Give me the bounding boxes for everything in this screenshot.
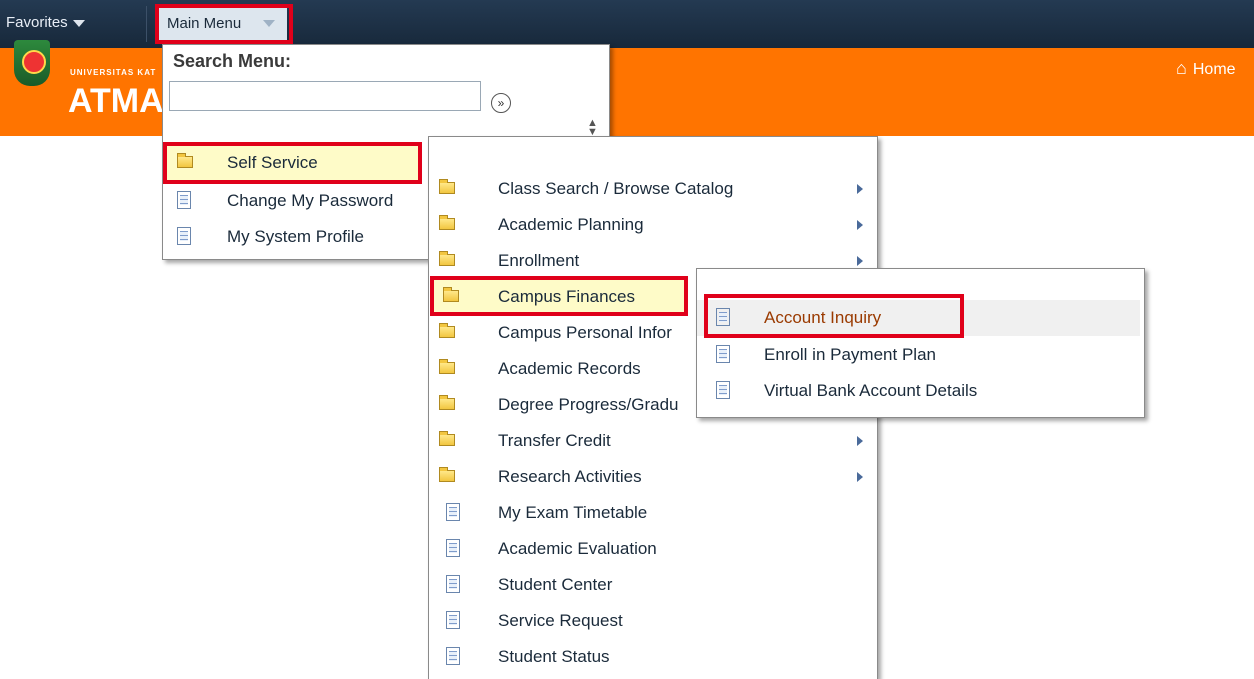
- menu-item-label: Self Service: [227, 153, 318, 172]
- menu-item-academic-evaluation[interactable]: Academic Evaluation: [429, 531, 877, 567]
- search-menu-input[interactable]: [169, 81, 481, 111]
- menu-item-label: Virtual Bank Account Details: [764, 381, 978, 400]
- document-icon: [446, 503, 460, 521]
- document-icon: [716, 381, 730, 399]
- logo-subtext: UNIVERSITAS KAT: [70, 68, 157, 77]
- university-logo-icon: [14, 40, 50, 86]
- document-icon: [177, 191, 191, 209]
- menu-item-label: Service Request: [498, 611, 623, 630]
- menu-item-label: Class Search / Browse Catalog: [498, 179, 734, 198]
- menu-item-label: Research Activities: [498, 467, 642, 486]
- menu-item-academic-planning[interactable]: Academic Planning: [429, 207, 877, 243]
- menu-item-label: Student Status: [498, 647, 610, 666]
- chevron-down-icon: [72, 19, 85, 27]
- menu-item-campus-finances[interactable]: Campus Finances: [433, 279, 685, 315]
- favorites-label: Favorites: [6, 14, 68, 31]
- chevron-right-icon: [857, 184, 863, 194]
- document-icon: [177, 227, 191, 245]
- menu-item-label: Transfer Credit: [498, 431, 611, 450]
- menu-item-class-search[interactable]: Class Search / Browse Catalog: [429, 171, 877, 207]
- double-chevron-right-icon[interactable]: »: [491, 93, 511, 113]
- chevron-down-icon: [263, 20, 275, 27]
- chevron-right-icon: [857, 436, 863, 446]
- folder-icon: [439, 323, 455, 338]
- menu-item-label: Academic Planning: [498, 215, 644, 234]
- folder-icon: [439, 179, 455, 194]
- scroll-arrows-icon[interactable]: ▲ ▼: [587, 118, 598, 138]
- menu-item-label: Academic Evaluation: [498, 539, 657, 558]
- menu-item-label: Enrollment: [498, 251, 580, 270]
- house-icon: ⌂: [1176, 58, 1187, 78]
- folder-icon: [439, 251, 455, 266]
- home-label: Home: [1192, 61, 1236, 78]
- menu-item-label: Change My Password: [227, 191, 394, 210]
- chevron-right-icon: [857, 220, 863, 230]
- menu-item-label: Student Center: [498, 575, 613, 594]
- menu-item-my-system-profile[interactable]: My System Profile: [167, 219, 421, 255]
- menu-item-change-my-password[interactable]: Change My Password: [167, 183, 421, 219]
- menu-item-student-center[interactable]: Student Center: [429, 567, 877, 603]
- menu-item-label: Campus Finances: [498, 287, 636, 306]
- menu-item-enroll-in-payment-plan[interactable]: Enroll in Payment Plan: [697, 337, 1140, 373]
- menu-item-self-service[interactable]: Self Service: [167, 145, 421, 181]
- separator: [146, 6, 147, 42]
- logo-text: ATMA: [68, 82, 164, 120]
- folder-icon: [439, 395, 455, 410]
- folder-icon: [439, 467, 455, 482]
- campus-finances-submenu: Account Inquiry Enroll in Payment Plan V…: [696, 268, 1145, 418]
- menu-item-transfer-credit[interactable]: Transfer Credit: [429, 423, 877, 459]
- main-menu-label: Main Menu: [167, 15, 242, 32]
- menu-item-label: Account Inquiry: [764, 308, 882, 327]
- chevron-right-icon: [857, 472, 863, 482]
- menu-item-account-inquiry[interactable]: Account Inquiry: [697, 300, 1140, 336]
- document-icon: [446, 539, 460, 557]
- menu-item-research-activities[interactable]: Research Activities: [429, 459, 877, 495]
- document-icon: [446, 575, 460, 593]
- document-icon: [716, 308, 730, 326]
- search-menu-title: Search Menu:: [173, 51, 292, 71]
- chevron-right-icon: [857, 256, 863, 266]
- top-navigation-bar: Favorites Main Menu: [0, 0, 1254, 48]
- favorites-menu[interactable]: Favorites: [6, 14, 85, 31]
- menu-item-label: Enroll in Payment Plan: [764, 345, 936, 364]
- document-icon: [716, 345, 730, 363]
- menu-item-service-request[interactable]: Service Request: [429, 603, 877, 639]
- folder-icon: [439, 215, 455, 230]
- menu-item-label: Campus Personal Infor: [498, 323, 672, 342]
- folder-icon: [443, 287, 459, 302]
- menu-item-my-exam-timetable[interactable]: My Exam Timetable: [429, 495, 877, 531]
- menu-item-label: My System Profile: [227, 227, 364, 246]
- menu-item-label: My Exam Timetable: [498, 503, 648, 522]
- document-icon: [446, 647, 460, 665]
- folder-icon: [177, 153, 193, 168]
- menu-item-label: Degree Progress/Gradu: [498, 395, 679, 414]
- document-icon: [446, 611, 460, 629]
- main-menu-button[interactable]: Main Menu: [159, 8, 287, 40]
- menu-item-label: Academic Records: [498, 359, 641, 378]
- folder-icon: [439, 359, 455, 374]
- menu-item-student-status[interactable]: Student Status: [429, 639, 877, 675]
- menu-item-virtual-bank-account-details[interactable]: Virtual Bank Account Details: [697, 373, 1140, 409]
- home-link[interactable]: ⌂ Home: [1176, 58, 1236, 79]
- folder-icon: [439, 431, 455, 446]
